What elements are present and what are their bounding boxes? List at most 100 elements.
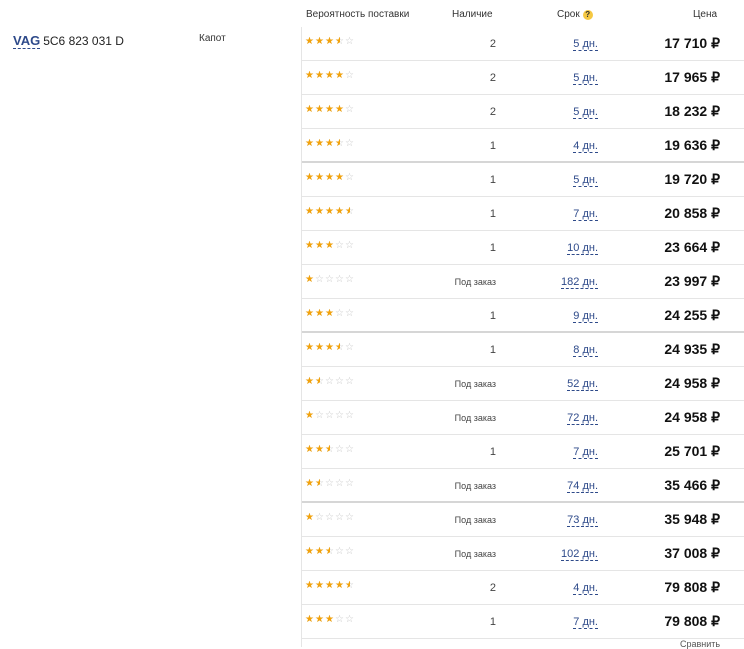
term-link[interactable]: 5 дн. <box>573 72 598 85</box>
delivery-rating: ☆★☆★☆★☆★☆★ <box>305 139 355 150</box>
star-icon: ☆★ <box>345 240 354 251</box>
term-link[interactable]: 4 дн. <box>573 140 598 153</box>
term-link[interactable]: 52 дн. <box>567 378 598 391</box>
term-link[interactable]: 73 дн. <box>567 514 598 527</box>
part-name: Капот <box>199 33 226 44</box>
price-value: 25 701 ₽ <box>664 443 720 459</box>
star-icon: ☆★ <box>315 444 324 455</box>
term-link[interactable]: 7 дн. <box>573 616 598 629</box>
price-value: 23 664 ₽ <box>664 239 720 255</box>
star-icon: ☆★ <box>305 410 314 421</box>
star-icon: ☆★ <box>315 172 324 183</box>
star-icon: ☆★ <box>305 172 314 183</box>
term-link[interactable]: 8 дн. <box>573 344 598 357</box>
delivery-rating: ☆★☆★☆★☆★☆★ <box>305 309 355 320</box>
header-term: Срок? <box>557 9 593 20</box>
availability-value: 2 <box>489 582 496 594</box>
offer-row: ☆★☆★☆★☆★☆★110 дн.23 664 ₽ <box>302 231 744 265</box>
star-icon: ☆★ <box>315 274 324 285</box>
term-link[interactable]: 4 дн. <box>573 582 598 595</box>
star-icon: ☆★ <box>305 580 314 591</box>
star-icon: ☆★ <box>305 36 314 47</box>
availability-value: 1 <box>489 446 496 458</box>
offer-row: ☆ ★ ☆ ★ ☆ ★ ☆ ★ ☆ ★ 2 4 дн. 79 808 ₽ <box>302 571 744 605</box>
offer-row: ☆★☆★☆★☆★☆★ 2 5 дн. 17 965 ₽ <box>302 61 744 95</box>
star-icon: ☆★ <box>325 478 334 489</box>
price-value: 79 808 ₽ <box>664 579 720 595</box>
delivery-rating: ☆★☆★☆★☆★☆★ <box>305 207 355 218</box>
offer-row: ☆★☆★☆★☆★☆★18 дн.24 935 ₽ <box>302 333 744 367</box>
star-icon: ☆★ <box>345 444 354 455</box>
offer-row: ☆ ★ ☆ ★ ☆ ★ ☆ ★ ☆ ★ 1 7 дн. 20 858 ₽ <box>302 197 744 231</box>
star-icon: ☆★ <box>305 342 314 353</box>
star-icon: ☆★ <box>325 342 334 353</box>
delivery-rating: ☆★☆★☆★☆★☆★ <box>305 71 355 82</box>
star-icon: ☆★ <box>305 376 314 387</box>
term-link[interactable]: 7 дн. <box>573 208 598 221</box>
delivery-rating: ☆★☆★☆★☆★☆★ <box>305 581 355 592</box>
term-link[interactable]: 102 дн. <box>561 548 598 561</box>
term-link[interactable]: 182 дн. <box>561 276 598 289</box>
header-term-label: Срок <box>557 9 580 20</box>
part-number: 5C6 823 031 D <box>43 34 124 48</box>
availability-value: 1 <box>489 208 496 220</box>
price-value: 24 958 ₽ <box>664 409 720 425</box>
help-icon[interactable]: ? <box>582 10 593 20</box>
star-icon: ☆★ <box>335 240 344 251</box>
results-header: Вероятность поставки Наличие Срок? Цена <box>0 0 744 27</box>
star-icon: ☆★ <box>325 274 334 285</box>
star-icon: ☆★ <box>325 172 334 183</box>
offer-row: ☆★☆★☆★☆★☆★15 дн.19 720 ₽ <box>302 163 744 197</box>
term-link[interactable]: 7 дн. <box>573 446 598 459</box>
term-link[interactable]: 74 дн. <box>567 480 598 493</box>
star-icon: ☆★ <box>345 512 354 523</box>
availability-value: Под заказ <box>454 515 496 525</box>
star-icon: ☆★ <box>315 70 324 81</box>
star-icon: ☆★ <box>325 444 334 455</box>
star-icon: ☆★ <box>335 274 344 285</box>
star-icon: ☆★ <box>315 342 324 353</box>
star-icon: ☆★ <box>345 342 354 353</box>
term-link[interactable]: 5 дн. <box>573 38 598 51</box>
compare-link[interactable]: Сравнить <box>680 639 720 649</box>
brand-link[interactable]: VAG <box>13 33 41 49</box>
price-value: 17 965 ₽ <box>664 69 720 85</box>
star-icon: ☆★ <box>315 104 324 115</box>
star-icon: ☆★ <box>305 240 314 251</box>
part-identifier: VAG 5C6 823 031 D <box>13 33 124 49</box>
star-icon: ☆★ <box>315 512 324 523</box>
star-icon: ☆★ <box>335 580 344 591</box>
star-icon: ☆★ <box>325 70 334 81</box>
availability-value: Под заказ <box>454 481 496 491</box>
star-icon: ☆★ <box>335 444 344 455</box>
term-link[interactable]: 5 дн. <box>573 174 598 187</box>
star-icon: ☆★ <box>325 614 334 625</box>
star-icon: ☆★ <box>345 546 354 557</box>
star-icon: ☆★ <box>345 36 354 47</box>
star-icon: ☆★ <box>335 138 344 149</box>
availability-value: 1 <box>489 310 496 322</box>
term-link[interactable]: 9 дн. <box>573 310 598 323</box>
term-link[interactable]: 5 дн. <box>573 106 598 119</box>
delivery-rating: ☆★☆★☆★☆★☆★ <box>305 241 355 252</box>
term-link[interactable]: 10 дн. <box>567 242 598 255</box>
availability-value: 1 <box>489 344 496 356</box>
star-icon: ☆★ <box>315 240 324 251</box>
offer-row: ☆★☆★☆★☆★☆★Под заказ182 дн.23 997 ₽ <box>302 265 744 299</box>
star-icon: ☆★ <box>335 546 344 557</box>
availability-value: Под заказ <box>454 379 496 389</box>
delivery-rating: ☆★☆★☆★☆★☆★ <box>305 445 355 456</box>
star-icon: ☆★ <box>325 240 334 251</box>
star-icon: ☆★ <box>325 410 334 421</box>
star-icon: ☆★ <box>335 104 344 115</box>
star-icon: ☆★ <box>305 512 314 523</box>
offers-list: ☆★☆★☆★☆★☆★25 дн.17 710 ₽☆★☆★☆★☆★☆★25 дн.… <box>302 27 744 639</box>
term-link[interactable]: 72 дн. <box>567 412 598 425</box>
star-icon: ☆★ <box>335 70 344 81</box>
star-icon: ☆★ <box>345 206 354 217</box>
star-icon: ☆★ <box>335 376 344 387</box>
availability-value: 2 <box>489 72 496 84</box>
delivery-rating: ☆★☆★☆★☆★☆★ <box>305 513 355 524</box>
star-icon: ☆★ <box>335 410 344 421</box>
price-value: 24 958 ₽ <box>664 375 720 391</box>
